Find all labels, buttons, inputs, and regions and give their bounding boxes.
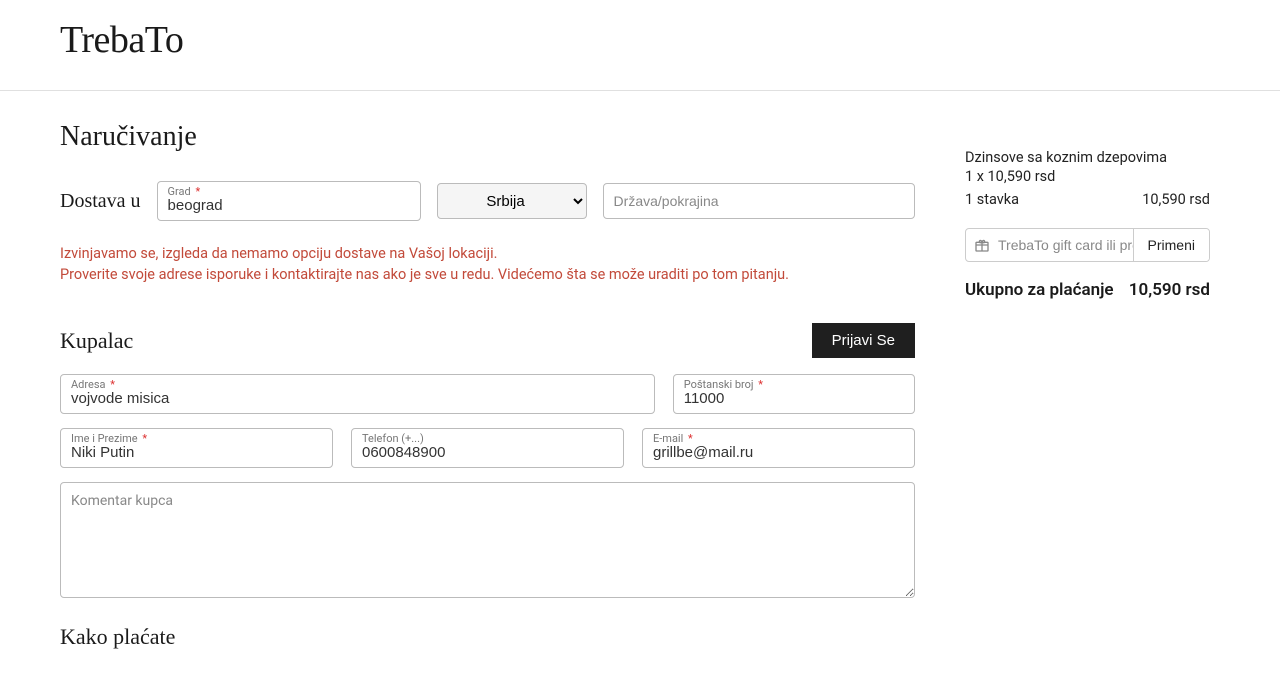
required-marker: *: [142, 432, 147, 445]
email-label: E-mail: [653, 432, 683, 445]
login-button[interactable]: Prijavi Se: [812, 323, 915, 358]
customer-heading: Kupalac: [60, 328, 133, 354]
brand-logo[interactable]: TrebaTo: [60, 18, 1220, 62]
city-input[interactable]: [168, 188, 410, 214]
gift-icon: [966, 229, 998, 261]
address-field[interactable]: Adresa *: [60, 374, 655, 414]
giftcard-row: Primeni: [965, 228, 1210, 262]
phone-field[interactable]: Telefon (+...): [351, 428, 624, 468]
city-field[interactable]: Grad *: [157, 181, 421, 221]
address-input[interactable]: [71, 381, 644, 407]
delivery-error: Izvinjavamo se, izgleda da nemamo opciju…: [60, 243, 915, 285]
cart-subtotal: 10,590 rsd: [1142, 191, 1210, 208]
page-title: Naručivanje: [60, 121, 915, 153]
address-label: Adresa: [71, 378, 106, 391]
name-field[interactable]: Ime i Prezime *: [60, 428, 333, 468]
name-label: Ime i Prezime: [71, 432, 138, 445]
delivery-label: Dostava u: [60, 190, 141, 213]
cart-count: 1 stavka: [965, 191, 1019, 208]
required-marker: *: [110, 378, 115, 391]
city-label: Grad: [168, 185, 191, 198]
total-value: 10,590 rsd: [1129, 280, 1210, 300]
cart-item-name: Dzinsove sa koznim dzepovima: [965, 149, 1210, 166]
order-summary: Dzinsove sa koznim dzepovima 1 x 10,590 …: [965, 121, 1210, 650]
phone-label: Telefon (+...): [362, 432, 424, 445]
error-line-2: Proverite svoje adrese isporuke i kontak…: [60, 264, 915, 285]
giftcard-input[interactable]: [998, 229, 1133, 261]
region-input[interactable]: [614, 184, 904, 218]
comment-textarea[interactable]: [60, 482, 915, 598]
error-line-1: Izvinjavamo se, izgleda da nemamo opciju…: [60, 243, 915, 264]
cart-item-qty: 1 x 10,590 rsd: [965, 168, 1210, 185]
required-marker: *: [688, 432, 693, 445]
zip-field[interactable]: Poštanski broj *: [673, 374, 915, 414]
country-field[interactable]: Srbija: [437, 183, 587, 219]
required-marker: *: [758, 378, 763, 391]
email-field[interactable]: E-mail *: [642, 428, 915, 468]
total-label: Ukupno za plaćanje: [965, 280, 1114, 300]
region-field[interactable]: [603, 183, 915, 219]
payment-heading: Kako plaćate: [60, 624, 915, 650]
giftcard-apply-button[interactable]: Primeni: [1133, 229, 1209, 261]
country-select[interactable]: Srbija: [438, 184, 586, 218]
required-marker: *: [195, 185, 200, 198]
zip-label: Poštanski broj: [684, 378, 754, 391]
